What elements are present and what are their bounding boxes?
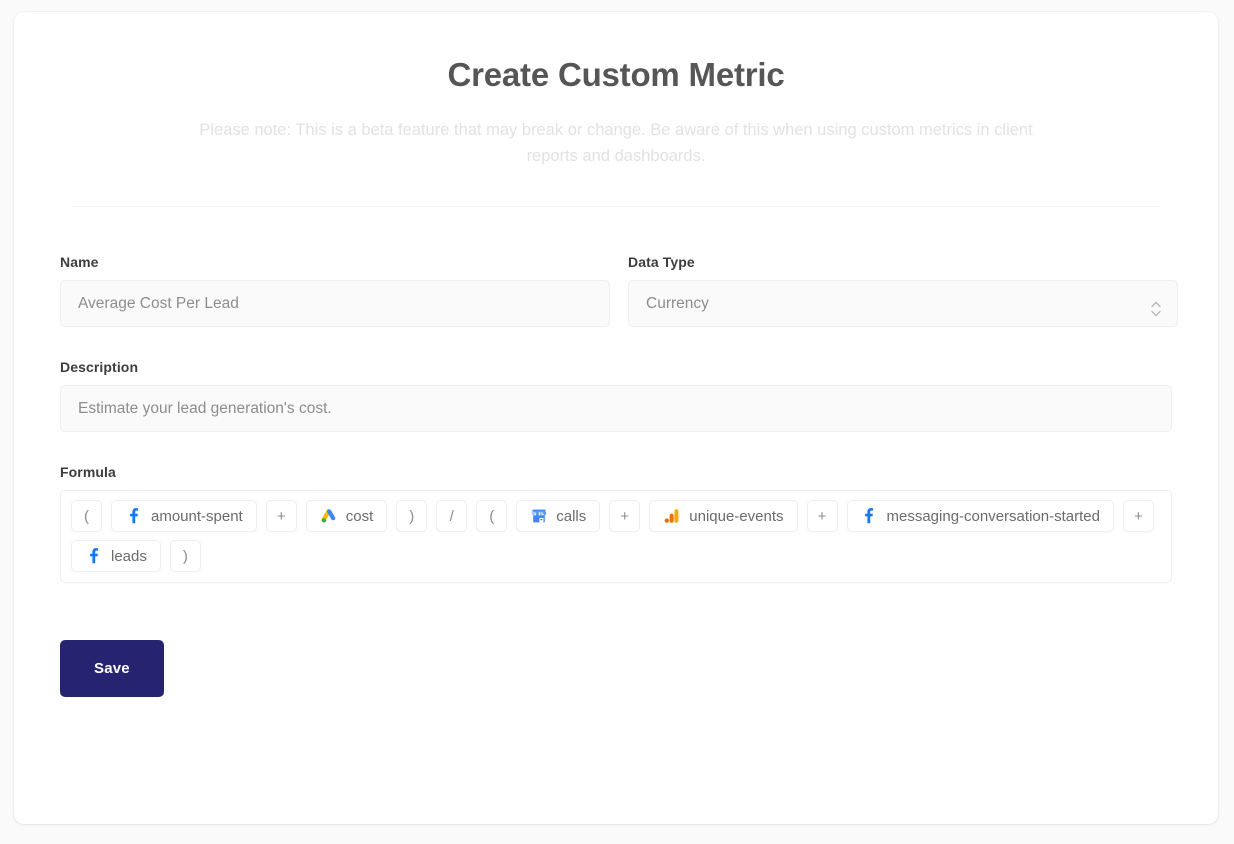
formula-field-group: Formula ( amount-spent + cost) / ( calls + u… — [60, 464, 1172, 584]
formula-operator-token[interactable]: + — [265, 500, 297, 533]
description-input[interactable]: Estimate your lead generation's cost. — [60, 385, 1172, 433]
formula-metric-token[interactable]: leads — [71, 540, 161, 573]
formula-operator-token[interactable]: + — [806, 500, 838, 533]
formula-token-label: leads — [111, 547, 147, 565]
formula-token-label: ) — [409, 507, 415, 525]
formula-operator-token[interactable]: ( — [71, 500, 102, 533]
formula-token-label: ( — [489, 507, 495, 525]
formula-metric-token[interactable]: calls — [516, 500, 601, 533]
formula-operator-token[interactable]: + — [609, 500, 641, 533]
formula-operator-token[interactable]: ) — [169, 540, 201, 573]
google-analytics-icon — [663, 508, 680, 525]
formula-operator-token[interactable]: / — [436, 500, 468, 533]
formula-token-label: ) — [182, 547, 188, 565]
formula-label: Formula — [60, 464, 116, 481]
name-input[interactable]: Average Cost Per Lead — [60, 280, 610, 328]
formula-token-label: unique-events — [689, 507, 784, 525]
facebook-icon — [85, 548, 102, 565]
formula-token-label: / — [449, 507, 454, 525]
formula-metric-token[interactable]: unique-events — [649, 500, 798, 533]
formula-metric-token[interactable]: amount-spent — [111, 500, 257, 533]
formula-operator-token[interactable]: ) — [396, 500, 428, 533]
formula-metric-token[interactable]: cost — [305, 500, 388, 533]
page-title: Create Custom Metric — [447, 56, 785, 93]
google-business-profile-icon — [530, 508, 547, 525]
data-type-select[interactable]: Currency — [628, 280, 1178, 328]
formula-token-label: + — [620, 507, 630, 525]
data-type-label: Data Type — [628, 254, 695, 271]
description-field-group: Description Estimate your lead generatio… — [60, 359, 1172, 433]
formula-builder[interactable]: ( amount-spent + cost) / ( calls + unique-ev… — [60, 490, 1172, 584]
name-label: Name — [60, 254, 99, 271]
formula-token-label: messaging-conversation-started — [886, 507, 1100, 525]
formula-token-label: cost — [345, 507, 374, 525]
formula-token-label: amount-spent — [151, 507, 243, 525]
formula-token-label: + — [817, 507, 827, 525]
formula-token-label: ( — [84, 507, 89, 525]
description-label: Description — [60, 359, 139, 376]
name-field-group: Name Average Cost Per Lead — [60, 254, 610, 328]
form-actions: Save — [60, 583, 1172, 698]
formula-operator-token[interactable]: ( — [476, 500, 508, 533]
save-button[interactable]: Save — [60, 640, 164, 698]
formula-token-label: + — [276, 507, 286, 525]
facebook-icon — [125, 508, 142, 525]
page-root: Create Custom Metric Please note: This i… — [0, 0, 1234, 844]
facebook-icon — [861, 508, 878, 525]
google-ads-icon — [320, 508, 337, 525]
formula-token-label: calls — [556, 507, 587, 525]
data-type-field-group: Data Type Currency — [628, 254, 1178, 328]
beta-notice: Please note: This is a beta feature that… — [199, 121, 1033, 165]
formula-metric-token[interactable]: messaging-conversation-started — [846, 500, 1114, 533]
custom-metric-form: Name Average Cost Per Lead Data Type Cur… — [60, 207, 1178, 698]
create-custom-metric-card: Create Custom Metric Please note: This i… — [14, 12, 1218, 824]
chevron-up-down-icon — [1150, 293, 1162, 316]
formula-operator-token[interactable]: + — [1122, 500, 1154, 533]
name-and-type-row: Name Average Cost Per Lead Data Type Cur… — [60, 254, 1178, 328]
formula-token-label: + — [1134, 507, 1143, 525]
